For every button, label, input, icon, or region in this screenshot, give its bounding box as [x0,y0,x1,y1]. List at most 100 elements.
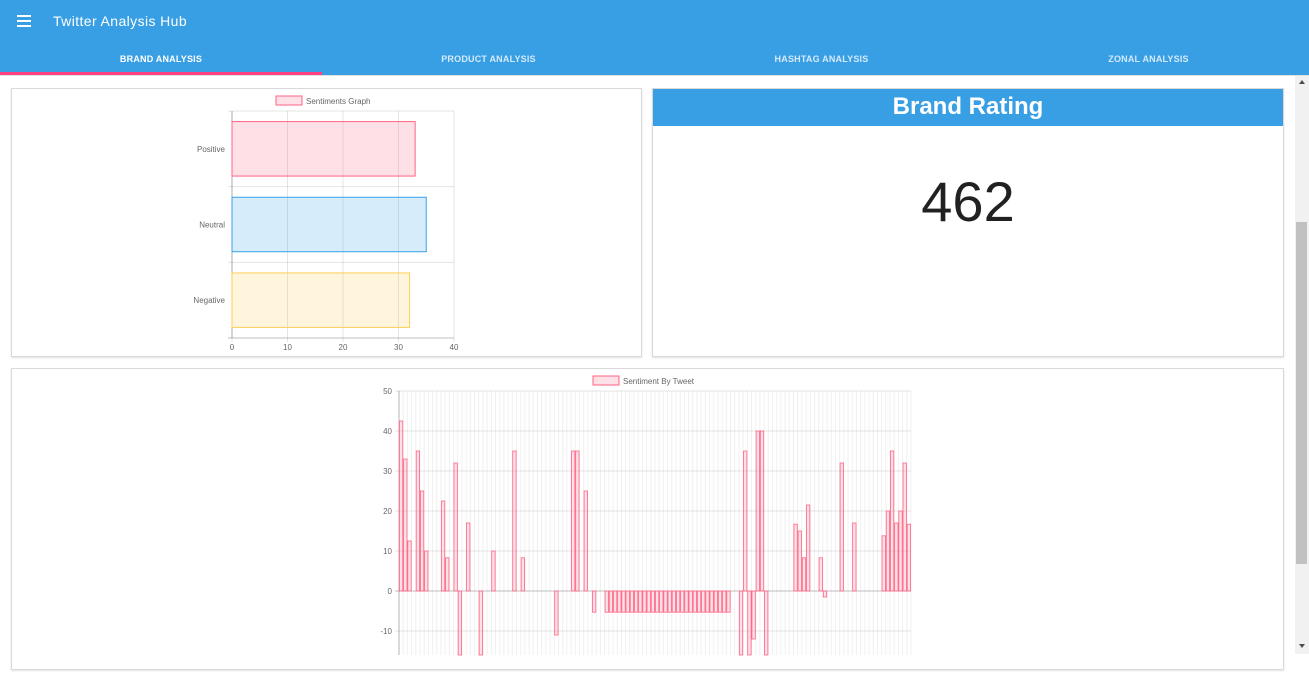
tweet-bar[interactable] [890,450,895,592]
tweet-bar[interactable] [512,450,517,592]
tweet-bar[interactable] [684,590,689,613]
tweet-bar[interactable] [604,590,609,613]
legend-label[interactable]: Sentiments Graph [306,97,370,106]
tweet-bar[interactable] [440,500,446,592]
tweet-bar[interactable] [583,490,588,592]
tweet-bar[interactable] [705,590,710,613]
tweet-bar[interactable] [906,523,911,592]
legend-swatch[interactable] [275,95,303,106]
scroll-down-icon[interactable] [1299,644,1305,648]
tweet-bar[interactable] [621,590,626,613]
tweet-bar[interactable] [759,430,765,592]
tweet-bar[interactable] [457,590,462,656]
tweet-bar[interactable] [764,590,769,656]
tweet-bar[interactable] [667,590,672,613]
tweet-bar[interactable] [885,510,890,592]
tweet-bar[interactable] [726,590,731,613]
tweet-bar[interactable] [671,590,676,613]
y-tick-label: Neutral [199,221,225,230]
tweet-bar[interactable] [713,590,718,613]
tweet-bar[interactable] [743,450,748,592]
tweet-sentiment-chart: 50 40 30 20 10 0 -10 Sentiment By Tweet [380,375,912,656]
tweet-bar[interactable] [818,557,823,592]
y-tick-label: -10 [380,627,392,636]
tweet-bar[interactable] [676,590,681,613]
legend-swatch[interactable] [592,375,620,386]
tab-brand-analysis[interactable]: BRAND ANALYSIS [0,44,322,75]
brand-rating-card: Brand Rating 462 [652,88,1284,357]
tweet-bar[interactable] [608,590,614,613]
tweet-bar[interactable] [491,550,496,592]
tweet-bar[interactable] [709,590,714,613]
tweet-bar[interactable] [717,590,723,613]
tweet-bar[interactable] [420,490,425,592]
tweet-bar[interactable] [617,590,622,613]
tweet-bar[interactable] [592,590,597,613]
tweet-bar[interactable] [638,590,643,613]
tweet-bar[interactable] [613,590,618,613]
tweet-bar[interactable] [738,590,744,656]
tweet-sentiment-card: 50 40 30 20 10 0 -10 Sentiment By Tweet [11,368,1284,670]
scrollbar[interactable] [1295,76,1309,654]
tweet-bar[interactable] [634,590,639,613]
tweet-bar[interactable] [801,557,807,592]
scroll-up-icon[interactable] [1299,80,1305,84]
y-tick-label: 40 [383,427,392,436]
tweet-bar[interactable] [642,590,647,613]
tweet-bar[interactable] [852,522,857,592]
tweet-bar[interactable] [747,590,752,656]
tweet-bar[interactable] [407,540,412,592]
y-tick-label: Negative [193,296,225,305]
bar-positive[interactable] [231,121,416,177]
tweet-bar[interactable] [663,590,668,613]
tweet-bar[interactable] [688,590,693,613]
tweet-bar[interactable] [655,590,660,613]
tweet-bar[interactable] [625,590,630,613]
tweet-bar[interactable] [415,450,420,592]
tweet-bar[interactable] [751,590,756,640]
tweet-bar[interactable] [399,420,404,592]
tweet-bar[interactable] [793,523,798,592]
tweet-bar[interactable] [629,590,634,613]
tweet-bar[interactable] [755,430,760,592]
tweet-bar[interactable] [797,530,802,592]
tweet-bar[interactable] [445,557,450,592]
tweet-bar[interactable] [453,462,458,592]
tweet-bar[interactable] [822,590,828,598]
tweet-bar[interactable] [424,550,429,592]
tweet-bar[interactable] [722,590,727,613]
app-title: Twitter Analysis Hub [53,13,188,29]
bar-negative[interactable] [231,272,411,328]
tweet-bar[interactable] [902,462,907,592]
tab-hashtag-analysis[interactable]: HASHTAG ANALYSIS [655,44,988,75]
tweet-bar[interactable] [659,590,664,613]
x-tick-label: 20 [339,343,348,352]
tweet-bar[interactable] [881,535,886,592]
tweet-bar[interactable] [520,557,525,592]
tweet-bar[interactable] [894,522,899,592]
menu-icon[interactable] [17,15,31,27]
tweet-bar[interactable] [466,522,471,592]
y-tick-label: 50 [383,387,392,396]
tweet-bar[interactable] [680,590,685,613]
tweet-bar[interactable] [701,590,706,613]
tweet-bar[interactable] [403,458,408,592]
divider [0,75,1309,76]
legend-label[interactable]: Sentiment By Tweet [623,377,695,386]
tweet-bar[interactable] [575,450,580,592]
tweet-bar[interactable] [650,590,655,613]
tweet-bar[interactable] [839,462,844,592]
tweet-bar[interactable] [571,450,576,592]
tweet-bar[interactable] [646,590,651,613]
tab-product-analysis[interactable]: PRODUCT ANALYSIS [322,44,655,75]
tweet-bar[interactable] [806,504,811,592]
tweet-bar[interactable] [478,590,483,656]
y-tick-label: 0 [388,587,393,596]
tab-zonal-analysis[interactable]: ZONAL ANALYSIS [988,44,1309,75]
scrollbar-thumb[interactable] [1296,222,1307,564]
tweet-bar[interactable] [696,590,702,613]
bar-neutral[interactable] [231,196,427,253]
tweet-bar[interactable] [692,590,697,613]
tweet-bar[interactable] [898,510,903,592]
tweet-bar[interactable] [554,590,559,636]
